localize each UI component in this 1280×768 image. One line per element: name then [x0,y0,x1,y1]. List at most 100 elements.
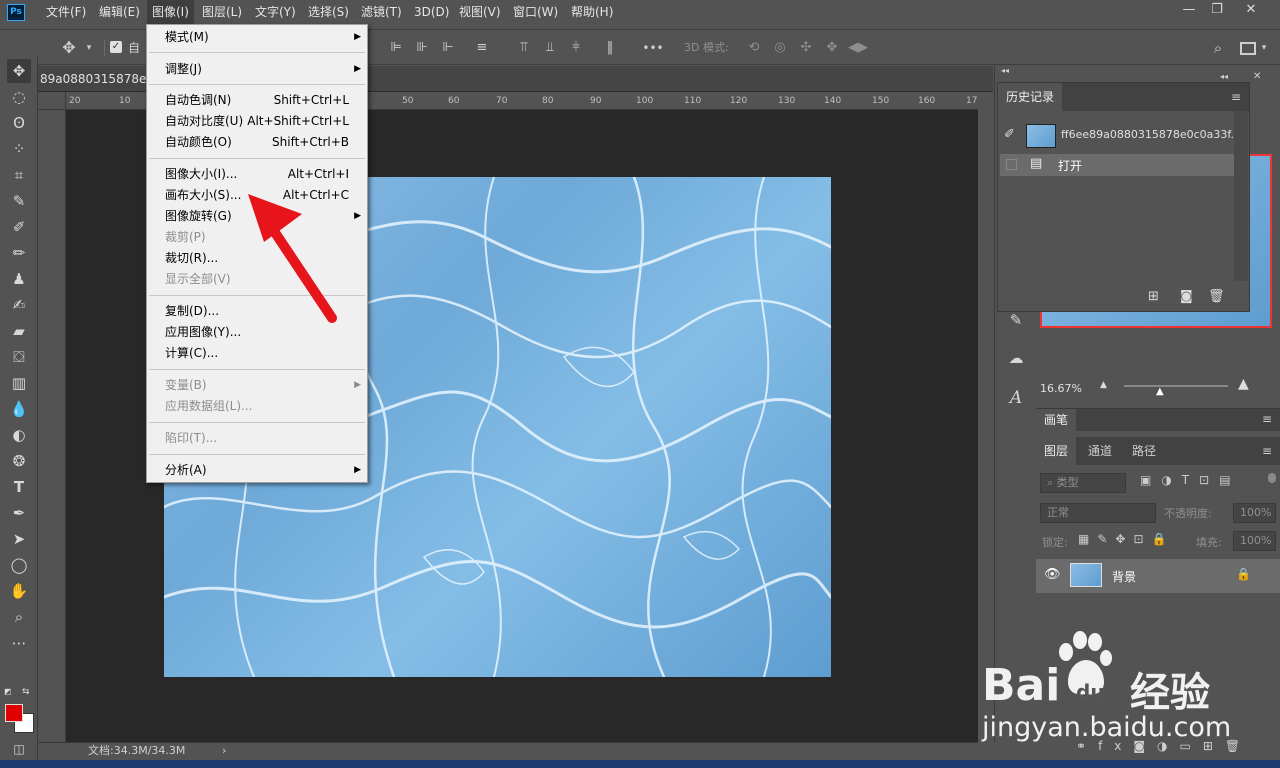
search-icon[interactable]: ⌕ [1208,38,1228,58]
tab-paths[interactable]: 路径 [1124,437,1164,465]
panel-close-icon[interactable]: ✕ [1253,71,1261,82]
blur-tool-icon[interactable]: 💧 [7,397,31,421]
history-scrollbar[interactable] [1234,111,1248,281]
3d-orbit-icon[interactable]: ⟲ [744,38,764,58]
zoom-tool-icon[interactable]: ⌕ [7,605,31,629]
foreground-color-swatch[interactable] [5,704,23,722]
lock-icon[interactable]: 🔒 [1236,567,1251,581]
dodge-tool-icon[interactable]: ◐ [7,423,31,447]
minimize-button[interactable]: — [1174,0,1204,22]
menu-edit[interactable]: 编辑(E) [94,0,145,25]
collapse-icon[interactable]: ◂◂ [1001,66,1027,76]
menu-file[interactable]: 文件(F) [41,0,91,25]
menu-item-auto-tone[interactable]: 自动色调(N) Shift+Ctrl+L [147,90,367,111]
distribute-icon[interactable]: ≡ [472,38,492,58]
menu-image[interactable]: 图像(I) [147,0,194,25]
restore-button[interactable]: ❐ [1202,0,1232,22]
menu-select[interactable]: 选择(S) [303,0,354,25]
brush-tool-icon[interactable]: ✏ [7,241,31,265]
panel-menu-icon[interactable]: ≡ [1231,90,1241,104]
paint-bucket-tool-icon[interactable]: ⛋ [7,345,31,369]
menu-window[interactable]: 窗口(W) [508,0,563,25]
align-hcenter-icon[interactable]: ⊪ [412,38,432,58]
type-tool-icon[interactable]: T [7,475,31,499]
new-document-icon[interactable]: ⊞ [1148,289,1159,304]
filter-toggle[interactable] [1268,473,1276,483]
more-options-icon[interactable]: ••• [640,38,666,58]
sponge-tool-icon[interactable]: ❂ [7,449,31,473]
glyphs-icon[interactable]: A [1003,388,1029,414]
path-selection-tool-icon[interactable]: ➤ [7,527,31,551]
menu-layer[interactable]: 图层(L) [197,0,247,25]
default-colors-icon[interactable]: ◩ [4,687,14,697]
more-tools-icon[interactable]: ⋯ [7,631,31,655]
lasso-tool-icon[interactable]: ʘ [7,111,31,135]
layer-row-background[interactable]: 👁 背景 🔒 [1036,559,1280,593]
align-left-icon[interactable]: ⊫ [386,38,406,58]
align-right-icon[interactable]: ⊩ [438,38,458,58]
zoom-slider-thumb[interactable]: ▲ [1156,386,1164,397]
marquee-tool-icon[interactable]: ◌ [7,85,31,109]
snapshot-name[interactable]: ff6ee89a0880315878e0c0a33f... [1061,128,1241,141]
quick-select-tool-icon[interactable]: ⁘ [7,137,31,161]
3d-scale-icon[interactable]: ◀▶ [848,38,868,58]
gradient-tool-icon[interactable]: ▥ [7,371,31,395]
menu-type[interactable]: 文字(Y) [250,0,301,25]
menu-item-adjustments[interactable]: 调整(J) ▶ [147,59,367,80]
lock-icons[interactable]: ▦✎✥⊡🔒 [1078,532,1174,546]
align-bottom-icon[interactable]: ⫩ [566,38,586,58]
collapse-icon[interactable]: ◂◂ [1220,72,1228,81]
history-step-open[interactable]: ▤ 打开 [1000,154,1234,176]
3d-pan-icon[interactable]: ✣ [796,38,816,58]
zoom-in-icon[interactable]: ▲ [1238,376,1249,392]
menu-item-auto-contrast[interactable]: 自动对比度(U) Alt+Shift+Ctrl+L [147,111,367,132]
menu-3d[interactable]: 3D(D) [409,0,454,25]
layer-filter-icons[interactable]: ▣◑T⊡▤ [1140,473,1241,487]
move-icon[interactable]: ✥ [58,38,80,58]
align-vcenter-icon[interactable]: ⫫ [540,38,560,58]
swap-colors-icon[interactable]: ⇆ [22,687,34,697]
zoom-level[interactable]: 16.67% [1040,382,1082,395]
distribute-vertical-icon[interactable]: ‖ [600,38,620,58]
3d-slide-icon[interactable]: ✥ [822,38,842,58]
align-top-icon[interactable]: ⫪ [514,38,534,58]
panel-menu-icon[interactable]: ≡ [1262,412,1272,426]
camera-icon[interactable]: ◙ [1180,289,1193,304]
ellipse-tool-icon[interactable]: ◯ [7,553,31,577]
status-chevron-icon[interactable]: › [222,743,226,759]
layer-name[interactable]: 背景 [1112,568,1136,585]
history-source-checkbox[interactable] [1006,159,1017,170]
eraser-tool-icon[interactable]: ▰ [7,319,31,343]
chevron-down-icon[interactable]: ▾ [82,38,96,58]
tab-layers[interactable]: 图层 [1036,437,1077,465]
menu-item-mode[interactable]: 模式(M) ▶ [147,27,367,48]
opacity-input[interactable]: 100% [1233,503,1276,523]
brush-tab[interactable]: 画笔 [1036,409,1077,431]
document-tab[interactable]: 89a0880315878e0c [38,66,161,92]
healing-brush-tool-icon[interactable]: ✐ [7,215,31,239]
trash-icon[interactable]: 🗑 [1208,289,1225,304]
history-brush-tool-icon[interactable]: ✍ [7,293,31,317]
move-tool-icon[interactable]: ✥ [7,59,31,83]
snapshot-thumbnail[interactable] [1026,124,1056,148]
creative-cloud-icon[interactable]: ☁ [1003,349,1029,375]
workspace-chevron-icon[interactable]: ▾ [1258,38,1270,58]
brush-settings-icon[interactable]: ✎ [1003,311,1029,337]
panel-menu-icon[interactable]: ≡ [1262,444,1272,458]
workspace-icon[interactable] [1240,42,1256,55]
layer-filter-select[interactable]: ⌕ 类型 [1040,473,1126,493]
menu-item-auto-color[interactable]: 自动颜色(O) Shift+Ctrl+B [147,132,367,153]
hand-tool-icon[interactable]: ✋ [7,579,31,603]
menu-item-analysis[interactable]: 分析(A) ▶ [147,460,367,481]
fill-input[interactable]: 100% [1233,531,1276,551]
crop-tool-icon[interactable]: ⌗ [7,163,31,187]
close-button[interactable]: ✕ [1236,0,1266,22]
3d-roll-icon[interactable]: ◎ [770,38,790,58]
clone-stamp-tool-icon[interactable]: ♟ [7,267,31,291]
blend-mode-select[interactable]: 正常 [1040,503,1156,523]
menu-view[interactable]: 视图(V) [454,0,506,25]
quick-mask-icon[interactable]: ◫ [7,737,31,761]
history-tab[interactable]: 历史记录 [998,83,1063,111]
zoom-slider-track[interactable] [1124,385,1228,387]
pen-tool-icon[interactable]: ✒ [7,501,31,525]
